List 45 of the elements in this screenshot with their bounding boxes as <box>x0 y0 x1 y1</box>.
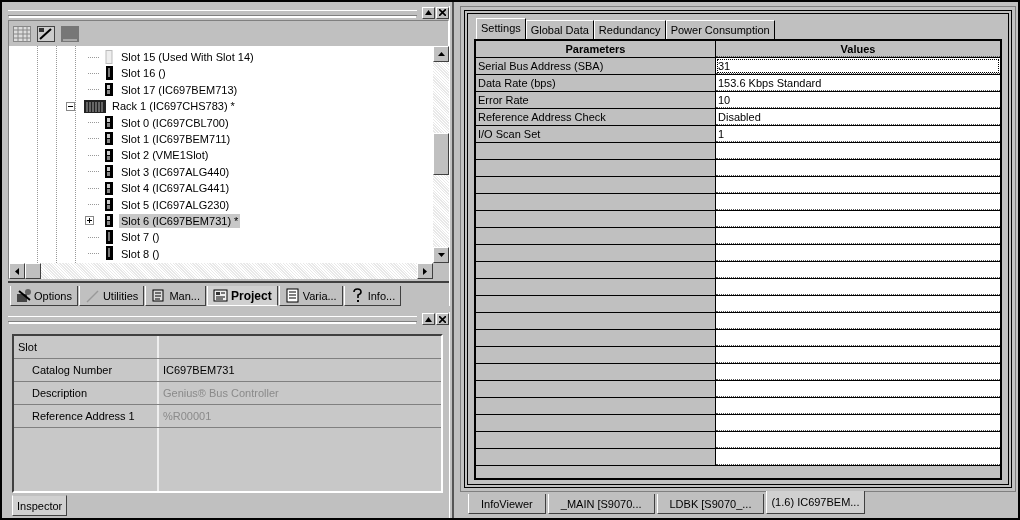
tree-item[interactable]: Slot 2 (VME1Slot) <box>119 148 211 163</box>
tree-item[interactable]: Slot 16 () <box>119 66 168 81</box>
pane-tab[interactable]: Info... <box>343 286 402 306</box>
parameter-value[interactable]: 153.6 Kbps Standard <box>716 75 1000 91</box>
pane-tab[interactable]: Varia... <box>278 286 343 306</box>
tree-item[interactable]: Slot 6 (IC697BEM731) * <box>119 213 241 228</box>
parameter-name: I/O Scan Set <box>476 126 716 142</box>
property-value: Genius® Bus Controller <box>162 386 280 401</box>
settings-tab[interactable]: Global Data <box>525 20 594 39</box>
tree-item[interactable]: Slot 1 (IC697BEM711) <box>119 131 233 146</box>
parameter-name: Data Rate (bps) <box>476 75 716 91</box>
tree-item[interactable]: Slot 17 (IC697BEM713) <box>119 82 240 97</box>
parameter-value[interactable]: 31 <box>716 58 1000 74</box>
document-tab[interactable]: (1.6) IC697BEM... <box>766 491 865 514</box>
parameter-name: Error Rate <box>476 92 716 108</box>
settings-tab[interactable]: Redundancy <box>593 20 666 39</box>
tree-item[interactable]: Slot 4 (IC697ALG441) <box>119 181 232 196</box>
parameter-name: Reference Address Check <box>476 109 716 125</box>
tree-item[interactable]: Slot 15 (Used With Slot 14) <box>119 50 256 64</box>
settings-tab[interactable]: Settings <box>476 18 526 39</box>
property-name: Reference Address 1 <box>14 405 159 427</box>
parameter-value[interactable]: 1 <box>716 126 1000 142</box>
document-tab[interactable]: InfoViewer <box>468 494 546 514</box>
property-value: IC697BEM731 <box>162 363 236 378</box>
parameter-value[interactable]: Disabled <box>716 109 1000 125</box>
property-name: Description <box>14 382 159 404</box>
pane-tab[interactable]: Man... <box>145 286 206 306</box>
pane-tab[interactable]: Options <box>10 286 78 306</box>
category-label: Slot <box>14 336 159 358</box>
tree-item[interactable]: Slot 5 (IC697ALG230) <box>119 197 232 212</box>
parameter-name: Serial Bus Address (SBA) <box>476 58 716 74</box>
settings-tab[interactable]: Power Consumption <box>665 20 775 39</box>
tree-item[interactable]: Slot 3 (IC697ALG440) <box>119 164 232 179</box>
tree-item[interactable]: Slot 0 (IC697CBL700) <box>119 115 231 130</box>
inspector-tab[interactable]: Inspector <box>12 495 68 516</box>
parameter-value[interactable]: 10 <box>716 92 1000 108</box>
tree-item[interactable]: Slot 8 () <box>119 246 162 261</box>
tree-item[interactable]: Slot 7 () <box>119 230 162 245</box>
pane-tab[interactable]: Utilities <box>78 286 145 306</box>
document-tab[interactable]: _MAIN [S9070... <box>547 494 655 514</box>
property-value: %R00001 <box>162 409 213 424</box>
document-tab[interactable]: LDBK [S9070_... <box>656 494 765 514</box>
property-name: Catalog Number <box>14 359 159 381</box>
tree-item[interactable]: Rack 1 (IC697CHS783) * <box>110 99 237 114</box>
pane-tab[interactable]: Project <box>206 286 278 306</box>
